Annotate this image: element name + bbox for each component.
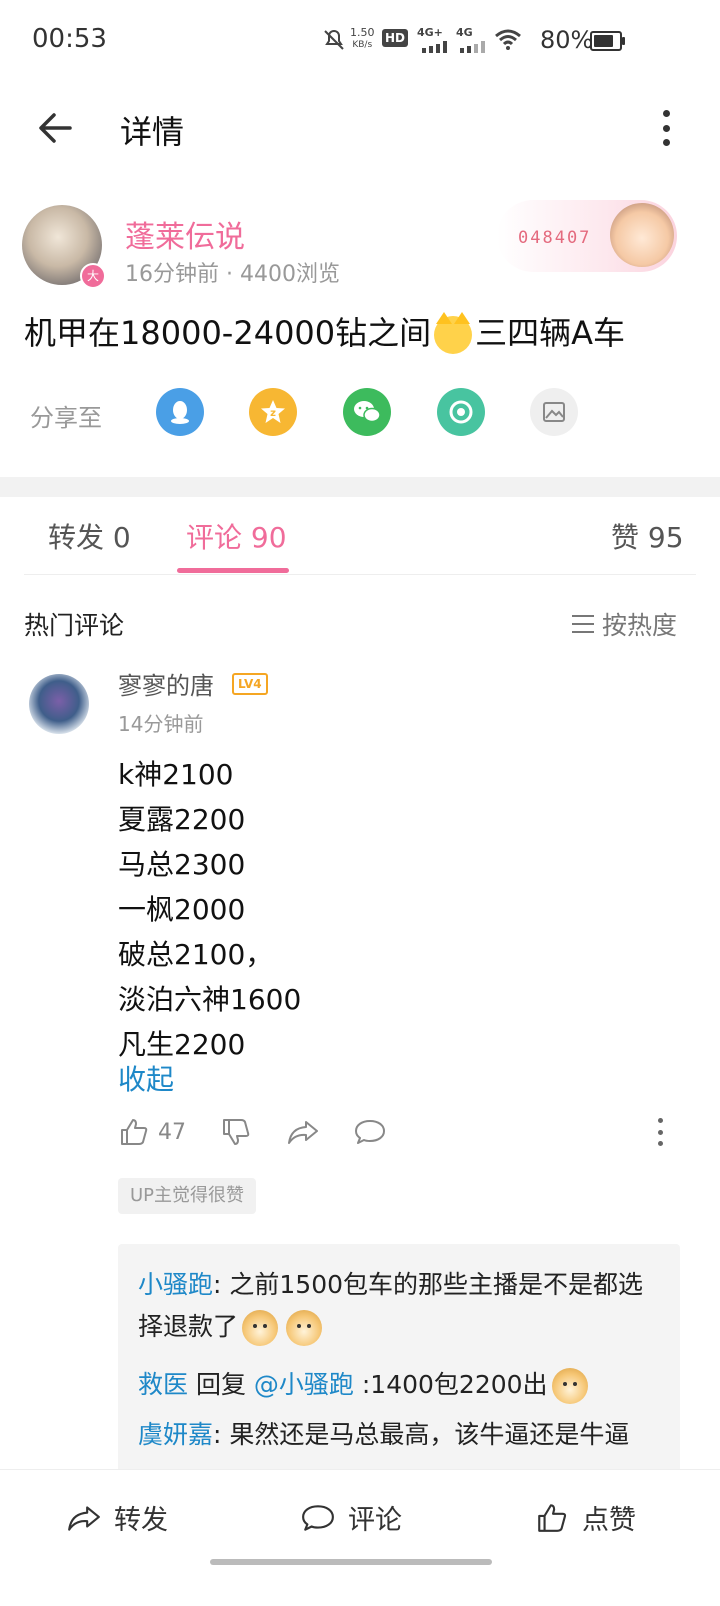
comment-more-icon[interactable] [656, 1118, 664, 1146]
reply-button[interactable] [354, 1116, 386, 1148]
reply-item[interactable]: 小骚跑: 之前1500包车的那些主播是不是都选择退款了 [138, 1264, 658, 1348]
bottom-comment-label: 评论 [348, 1505, 402, 1536]
reply-item[interactable]: 救医 回复 @小骚跑 :1400包2200出 [138, 1364, 658, 1406]
level-badge: LV4 [232, 673, 268, 695]
like-count: 47 [158, 1119, 186, 1145]
more-options-icon[interactable] [660, 110, 672, 146]
collapse-link[interactable]: 收起 [118, 1058, 174, 1098]
post-content: 机甲在18000-24000钻之间 三四辆A车 [24, 308, 625, 354]
signal-1-icon [420, 38, 448, 57]
decoration-number: 048407 [518, 228, 592, 248]
like-button[interactable]: 47 [118, 1116, 186, 1148]
comment-bubble-icon [355, 1120, 385, 1144]
sort-list-icon [572, 615, 594, 633]
status-time: 00:53 [32, 24, 107, 54]
comment-line: 淡泊六神1600 [118, 983, 302, 1016]
moments-icon[interactable] [437, 388, 485, 436]
commenter-avatar[interactable] [29, 674, 89, 734]
tab-likes[interactable]: 赞 95 [611, 516, 684, 556]
reply-text: : 之前1500包车的那些主播是不是都选择退款了 [138, 1270, 644, 1341]
share-comment-button[interactable] [286, 1116, 320, 1148]
comment-actions: 47 [118, 1112, 386, 1152]
image-icon[interactable] [530, 388, 578, 436]
comment-body: k神2100 夏露2200 马总2300 一枫2000 破总2100， 淡泊六神… [118, 752, 301, 1067]
wechat-icon[interactable] [343, 388, 391, 436]
signal-2-icon [458, 38, 486, 57]
like-icon [538, 1503, 567, 1532]
reply-item[interactable]: 虞妍嘉: 果然还是马总最高，该牛逼还是牛逼 [138, 1414, 658, 1456]
thumbs-down-icon [223, 1119, 250, 1145]
reply-author[interactable]: 虞妍嘉 [138, 1420, 213, 1449]
hd-badge: HD [382, 29, 409, 47]
sort-button[interactable]: 按热度 [572, 606, 677, 642]
page-title: 详情 [120, 113, 185, 151]
share-arrow-icon [288, 1121, 318, 1144]
reply-author[interactable]: 救医 [138, 1370, 188, 1399]
svg-text:z: z [270, 408, 276, 419]
battery-icon [590, 31, 625, 51]
avatar-badge: 大 [80, 263, 106, 289]
home-indicator[interactable] [210, 1559, 492, 1565]
reply-word: 回复 [188, 1370, 254, 1399]
tab-divider [24, 574, 696, 575]
doge-emoji-icon [242, 1310, 279, 1346]
section-divider [0, 477, 720, 497]
back-arrow-icon[interactable] [36, 108, 76, 148]
bottom-action-bar [0, 1469, 720, 1606]
bottom-like-label: 点赞 [582, 1505, 636, 1536]
post-text-after: 三四辆A车 [475, 314, 626, 352]
sort-label: 按热度 [602, 611, 678, 640]
bottom-repost-label: 转发 [114, 1505, 168, 1536]
doge-emoji-icon [551, 1368, 588, 1404]
active-tab-indicator [177, 568, 289, 573]
dislike-button[interactable] [220, 1116, 252, 1148]
battery-percent: 80% [540, 26, 594, 54]
comment-line: 夏露2200 [118, 803, 246, 836]
share-label: 分享至 [30, 404, 102, 432]
comment-line: 破总2100， [118, 938, 274, 971]
net-speed-value: 1.50 [350, 26, 375, 39]
post-text-before: 机甲在18000-24000钻之间 [24, 314, 432, 352]
bottom-repost-button[interactable]: 转发 [66, 1498, 168, 1537]
replies-box[interactable]: 小骚跑: 之前1500包车的那些主播是不是都选择退款了 救医 回复 @小骚跑 :… [118, 1244, 680, 1484]
reply-text: :1400包2200出 [353, 1370, 548, 1399]
battery-fill [594, 35, 613, 47]
qzone-icon[interactable]: z [249, 388, 297, 436]
post-meta: 16分钟前 · 4400浏览 [125, 262, 340, 287]
reply-text: : 果然还是马总最高，该牛逼还是牛逼 [213, 1420, 630, 1449]
net-speed: 1.50 KB/s [350, 27, 375, 51]
comment-icon [302, 1504, 334, 1531]
comment-line: 一枫2000 [118, 893, 246, 926]
cat-emoji-icon [434, 312, 473, 354]
mute-icon [322, 28, 346, 56]
decoration-character-image [610, 203, 674, 267]
author-name[interactable]: 蓬莱伝说 [125, 212, 245, 256]
reply-mention[interactable]: @小骚跑 [254, 1370, 354, 1399]
hot-comments-title: 热门评论 [24, 611, 125, 640]
thumbs-up-icon [121, 1119, 148, 1145]
comment-line: k神2100 [118, 758, 234, 791]
doge-emoji-icon [286, 1310, 323, 1346]
bottom-comment-button[interactable]: 评论 [300, 1498, 402, 1537]
reply-author[interactable]: 小骚跑 [138, 1270, 213, 1299]
status-bar: 00:53 1.50 KB/s HD 4G+ 4G 80% [0, 0, 720, 80]
comment-time: 14分钟前 [118, 712, 204, 736]
tab-comments[interactable]: 评论 90 [186, 516, 287, 556]
wifi-icon [494, 28, 522, 54]
repost-icon [68, 1505, 100, 1531]
commenter-name[interactable]: 寥寥的唐 [118, 666, 214, 701]
bottom-like-button[interactable]: 点赞 [534, 1498, 636, 1537]
up-liked-tag: UP主觉得很赞 [118, 1178, 257, 1214]
tab-repost[interactable]: 转发 0 [48, 516, 131, 556]
comment-line: 马总2300 [118, 848, 246, 881]
net-speed-unit: KB/s [352, 40, 373, 50]
qq-icon[interactable] [156, 388, 204, 436]
